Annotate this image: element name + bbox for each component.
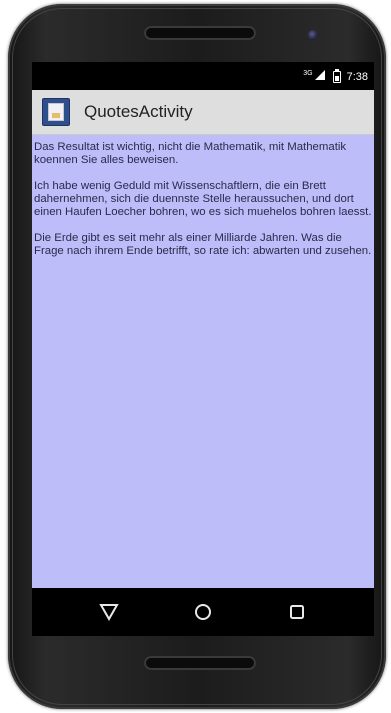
status-bar: 3G 7:38 [32, 62, 374, 90]
notebook-app-icon [42, 98, 70, 126]
back-button[interactable] [89, 592, 129, 632]
home-circle-icon [194, 603, 212, 621]
battery-icon [332, 68, 341, 83]
home-button[interactable] [183, 592, 223, 632]
action-bar: QuotesActivity [32, 90, 374, 135]
phone-screen: 3G 7:38 QuotesActivity Das Resultat ist … [32, 62, 374, 636]
top-speaker [144, 26, 256, 40]
back-triangle-icon [99, 603, 119, 621]
status-icons: 3G 7:38 [303, 68, 368, 83]
signal-icon [314, 70, 325, 83]
bottom-speaker [144, 656, 256, 670]
quote-text: Ich habe wenig Geduld mit Wissenschaftle… [34, 180, 372, 218]
recents-button[interactable] [277, 592, 317, 632]
navigation-bar [32, 588, 374, 636]
quote-text: Die Erde gibt es seit mehr als einer Mil… [34, 232, 372, 257]
app-title: QuotesActivity [84, 102, 193, 121]
status-clock: 7:38 [346, 70, 368, 83]
phone-frame: 3G 7:38 QuotesActivity Das Resultat ist … [8, 4, 386, 709]
quotes-list[interactable]: Das Resultat ist wichtig, nicht die Math… [32, 135, 374, 588]
quote-text: Das Resultat ist wichtig, nicht die Math… [34, 141, 347, 166]
recents-square-icon [289, 604, 305, 620]
network-type-label: 3G [303, 70, 313, 77]
front-camera [308, 30, 318, 40]
